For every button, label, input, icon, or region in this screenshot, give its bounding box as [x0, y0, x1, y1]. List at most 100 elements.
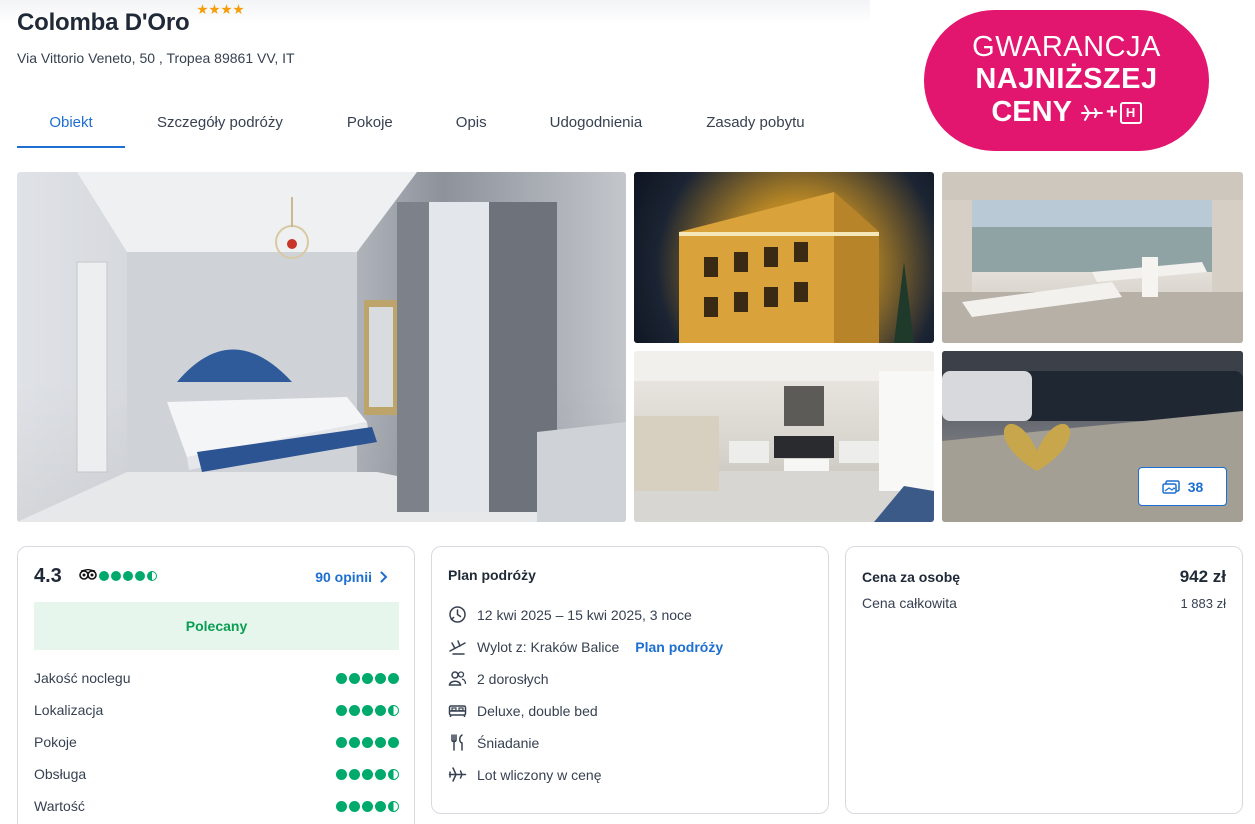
bubble-full	[362, 672, 373, 684]
photo-exterior-night[interactable]	[634, 172, 934, 343]
people-icon	[448, 669, 467, 688]
plan-room: Deluxe, double bed	[448, 701, 598, 720]
price-per-person-row: Cena za osobę 942 zł	[862, 567, 1226, 587]
rating-row: Lokalizacja	[34, 700, 399, 720]
bubble-full	[336, 704, 347, 716]
bubble-full	[375, 672, 386, 684]
plan-dates-text: 12 kwi 2025 – 15 kwi 2025, 3 noce	[477, 606, 692, 623]
rating-category-label: Jakość noclegu	[34, 670, 131, 686]
bubble-half	[388, 768, 399, 780]
bubble-full	[362, 736, 373, 748]
bubble-full	[388, 736, 399, 748]
bubble-full	[349, 736, 360, 748]
bubble-half	[388, 800, 399, 812]
badge-line-3: CENY + H	[924, 96, 1209, 129]
price-total-value: 1 883 zł	[1180, 596, 1226, 611]
bubble-full	[375, 800, 386, 812]
price-total-label: Cena całkowita	[862, 595, 957, 611]
reviews-link[interactable]: 90 opinii	[315, 569, 388, 585]
badge-line-1: GWARANCJA	[972, 31, 1161, 63]
bubble-half	[388, 704, 399, 716]
bubble-full	[336, 672, 347, 684]
rating-bubbles	[336, 672, 399, 684]
bubble-full	[336, 736, 347, 748]
trip-plan-title: Plan podróży	[448, 567, 536, 583]
rating-row: Obsługa	[34, 764, 399, 784]
tab-opis[interactable]: Opis	[456, 100, 487, 148]
bubble-full	[336, 800, 347, 812]
tab-pokoje[interactable]: Pokoje	[347, 100, 393, 148]
plan-dates: 12 kwi 2025 – 15 kwi 2025, 3 noce	[448, 605, 692, 624]
chevron-right-icon	[380, 571, 388, 583]
bubble-full	[349, 704, 360, 716]
plan-board: Śniadanie	[448, 733, 539, 752]
star-icon	[233, 4, 244, 15]
rating-bubbles	[336, 704, 399, 716]
bubble-full	[349, 800, 360, 812]
plan-board-text: Śniadanie	[477, 734, 540, 751]
tab-udogodnienia[interactable]: Udogodnienia	[550, 100, 643, 148]
bed-icon	[448, 701, 467, 720]
plan-flight-text: Lot wliczony w cenę	[477, 766, 602, 783]
gallery-count-button[interactable]: 38	[1138, 467, 1227, 506]
bubble-full	[99, 571, 109, 581]
plane-icon	[1080, 104, 1103, 121]
rating-bubbles	[336, 800, 399, 812]
cutlery-icon	[448, 733, 467, 752]
bubble-full	[362, 704, 373, 716]
bubble-full	[111, 571, 121, 581]
star-icon	[197, 4, 208, 15]
hotel-name: Colomba D'Oro	[17, 9, 190, 36]
price-per-person-label: Cena za osobę	[862, 569, 961, 585]
photo-bedroom[interactable]	[17, 172, 626, 522]
terrace-illustration	[942, 172, 1243, 343]
photo-lobby[interactable]	[634, 351, 934, 522]
rating-category-label: Pokoje	[34, 734, 77, 750]
bubble-full	[375, 704, 386, 716]
rating-category-label: Lokalizacja	[34, 702, 104, 718]
rating-bubbles	[336, 736, 399, 748]
bubble-full	[362, 800, 373, 812]
rating-bubbles	[336, 768, 399, 780]
tabs: Obiekt Szczegóły podróży Pokoje Opis Udo…	[17, 100, 805, 148]
calendar-clock-icon	[448, 605, 467, 624]
bubble-full	[336, 768, 347, 780]
overall-bubbles	[99, 571, 157, 581]
trip-plan-card: Plan podróży 12 kwi 2025 – 15 kwi 2025, …	[431, 546, 829, 814]
bubble-full	[123, 571, 133, 581]
trip-plan-link[interactable]: Plan podróży	[635, 639, 723, 655]
bedroom-illustration	[17, 172, 626, 522]
tab-obiekt[interactable]: Obiekt	[17, 100, 125, 148]
photo-terrace[interactable]	[942, 172, 1243, 343]
lowest-price-guarantee-badge: GWARANCJA NAJNIŻSZEJ CENY + H	[924, 10, 1209, 151]
badge-line-3-text: CENY	[991, 96, 1072, 128]
lobby-illustration	[634, 351, 934, 522]
recommended-label: Polecany	[185, 618, 248, 634]
price-total-row: Cena całkowita 1 883 zł	[862, 595, 1226, 611]
badge-line-2: NAJNIŻSZEJ	[975, 63, 1158, 95]
reviews-link-label: 90 opinii	[315, 569, 372, 585]
bubble-full	[362, 768, 373, 780]
star-icon	[221, 4, 232, 15]
tab-zasady-pobytu[interactable]: Zasady pobytu	[706, 100, 804, 148]
hotel-icon: H	[1119, 101, 1142, 124]
rating-row: Jakość noclegu	[34, 668, 399, 688]
price-per-person-value: 942 zł	[1179, 567, 1226, 586]
plan-travellers: 2 dorosłych	[448, 669, 549, 688]
bubble-full	[135, 571, 145, 581]
hotel-address: Via Vittorio Veneto, 50 , Tropea 89861 V…	[17, 50, 295, 66]
hotel-icon-letter: H	[1125, 105, 1136, 120]
plan-flight: Lot wliczony w cenę	[448, 765, 602, 784]
bubble-full	[375, 736, 386, 748]
images-icon	[1161, 479, 1180, 494]
tripadvisor-icon	[79, 569, 97, 580]
hotel-stars	[197, 4, 244, 15]
rating-row: Pokoje	[34, 732, 399, 752]
rating-row: Wartość	[34, 796, 399, 816]
flight-hotel-icons: + H	[1080, 101, 1142, 124]
gallery-count: 38	[1187, 478, 1204, 495]
tab-szczegoly-podrozy[interactable]: Szczegóły podróży	[157, 100, 283, 148]
bubble-full	[388, 672, 399, 684]
plan-room-text: Deluxe, double bed	[477, 702, 598, 719]
bubble-half	[147, 571, 157, 581]
